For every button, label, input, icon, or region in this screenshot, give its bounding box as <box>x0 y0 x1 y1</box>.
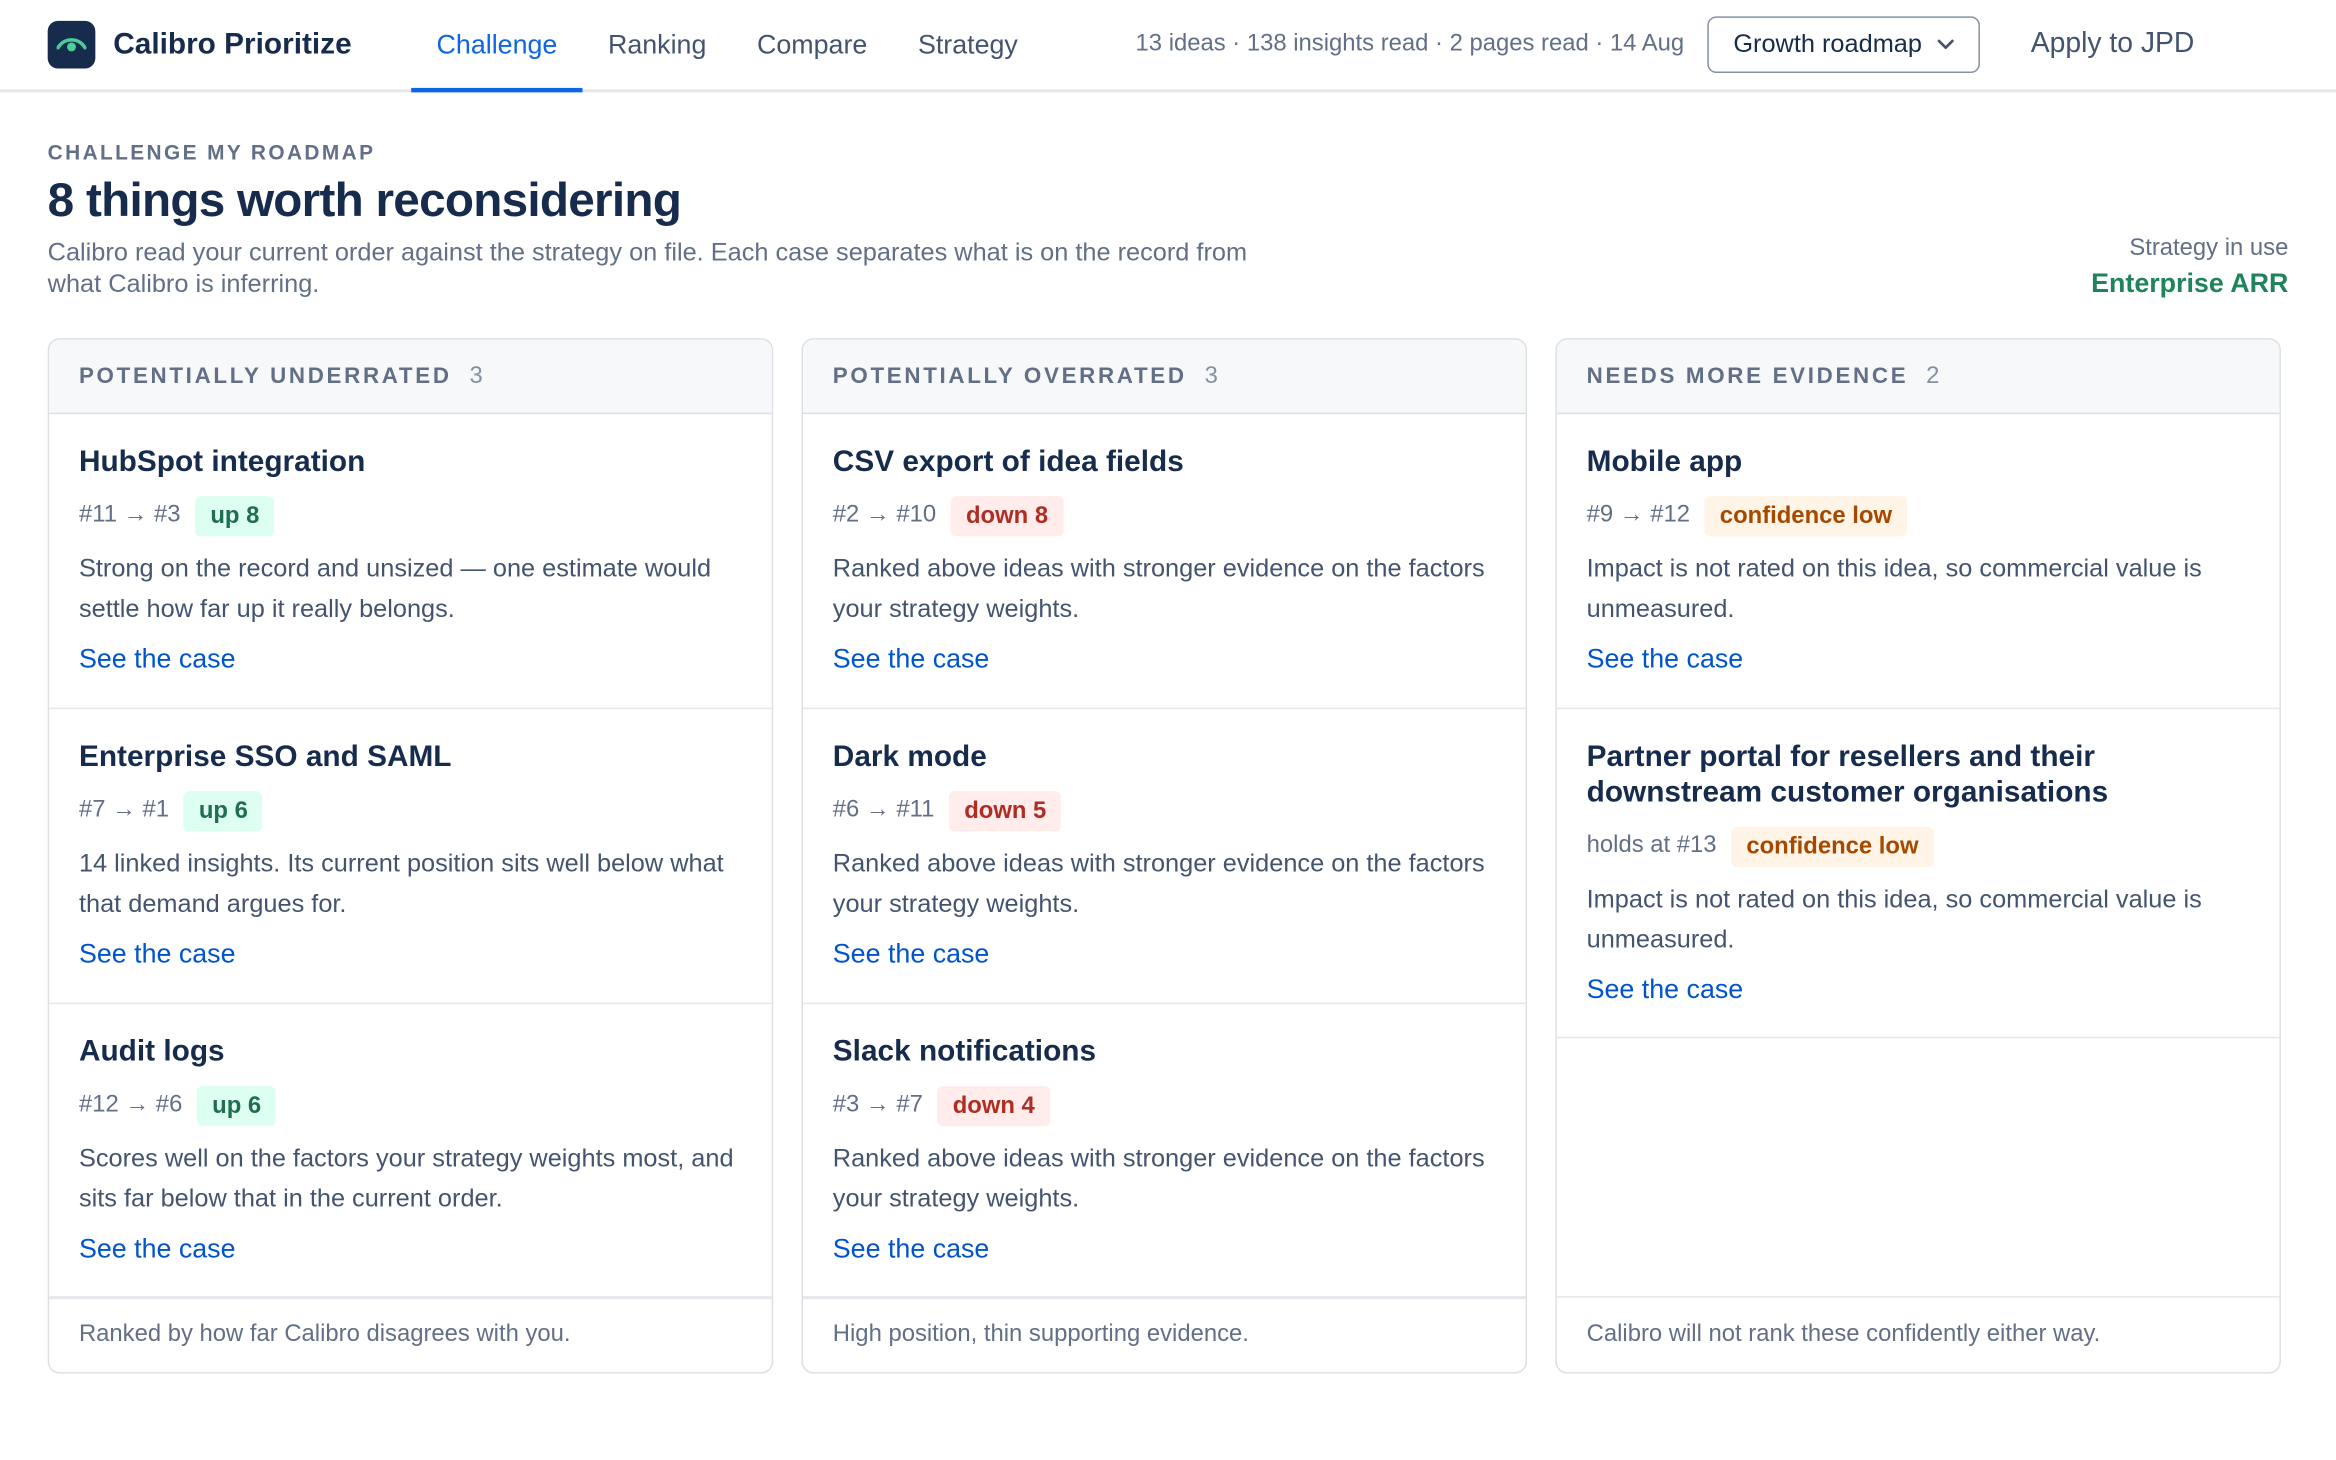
rank-row: #11 → #3 up 8 <box>79 495 742 537</box>
idea-card: Partner portal for resellers and their d… <box>1556 709 2280 1039</box>
tab-strategy[interactable]: Strategy <box>893 0 1044 89</box>
confidence-badge: confidence low <box>1704 495 1907 536</box>
see-the-case-link[interactable]: See the case <box>833 1234 990 1265</box>
idea-card: Slack notifications #3 → #7 down 4 Ranke… <box>803 1004 1526 1300</box>
idea-rationale: Impact is not rated on this idea, so com… <box>1586 554 2202 623</box>
idea-title: Audit logs <box>78 1035 225 1069</box>
idea-title: CSV export of idea fields <box>832 445 1184 479</box>
idea-card: Mobile app #9 → #12 confidence low Impac… <box>1556 414 2280 710</box>
column-needs-evidence: NEEDS MORE EVIDENCE 2 Mobile app #9 → #1… <box>1555 338 2281 1374</box>
column-title: POTENTIALLY OVERRATED <box>832 363 1187 389</box>
idea-rationale: Ranked above ideas with stronger evidenc… <box>832 554 1485 623</box>
rank-row: #6 → #11 down 5 <box>833 790 1496 832</box>
rank-change: #7 → #1 <box>78 797 170 823</box>
strategy-in-use: Strategy in use Enterprise ARR <box>2091 235 2288 299</box>
idea-rationale: Strong on the record and unsized — one e… <box>78 554 712 623</box>
rank-change: #11 → #3 <box>78 502 181 528</box>
idea-rationale: Impact is not rated on this idea, so com… <box>1586 884 2202 954</box>
see-the-case-link[interactable]: See the case <box>79 1234 236 1265</box>
roadmap-select-value: Growth roadmap <box>1733 29 1922 59</box>
rank-change: #12 → #6 <box>78 1092 183 1118</box>
rank-row: #3 → #7 down 4 <box>833 1085 1496 1127</box>
movement-badge: up 6 <box>183 790 263 831</box>
strategy-value[interactable]: Enterprise ARR <box>2091 268 2288 299</box>
rank-row: holds at #13 confidence low <box>1587 825 2250 867</box>
column-header: NEEDS MORE EVIDENCE 2 <box>1556 339 2280 415</box>
see-the-case-link[interactable]: See the case <box>833 644 990 675</box>
confidence-badge: confidence low <box>1731 826 1934 867</box>
tab-compare[interactable]: Compare <box>732 0 893 89</box>
column-title: NEEDS MORE EVIDENCE <box>1586 363 1909 389</box>
column-title: POTENTIALLY UNDERRATED <box>78 363 452 389</box>
apply-to-jpd-button[interactable]: Apply to JPD <box>2031 28 2195 61</box>
rank-change: #3 → #7 <box>832 1092 923 1118</box>
rank-row: #7 → #1 up 6 <box>79 790 742 832</box>
idea-title: Partner portal for resellers and their d… <box>1586 740 2109 809</box>
roadmap-select[interactable]: Growth roadmap <box>1708 16 1981 74</box>
top-bar: Calibro Prioritize Challenge Ranking Com… <box>0 0 2336 93</box>
idea-card: CSV export of idea fields #2 → #10 down … <box>803 414 1526 710</box>
column-header: POTENTIALLY UNDERRATED 3 <box>49 339 772 415</box>
column-count: 2 <box>1926 362 1940 389</box>
movement-badge: up 8 <box>195 495 275 536</box>
column-underrated: POTENTIALLY UNDERRATED 3 HubSpot integra… <box>47 338 774 1374</box>
see-the-case-link[interactable]: See the case <box>79 939 236 970</box>
chevron-down-icon <box>1937 39 1954 50</box>
column-footer: High position, thin supporting evidence. <box>803 1296 1526 1372</box>
idea-title: Enterprise SSO and SAML <box>78 740 452 774</box>
eye-icon <box>47 20 96 69</box>
see-the-case-link[interactable]: See the case <box>79 644 236 675</box>
strategy-label: Strategy in use <box>2129 235 2289 261</box>
column-footer: Ranked by how far Calibro disagrees with… <box>49 1296 772 1372</box>
column-footer: Calibro will not rank these confidently … <box>1556 1296 2280 1372</box>
page-header: CHALLENGE MY ROADMAP 8 things worth reco… <box>0 92 2336 339</box>
app-name: Calibro Prioritize <box>113 27 352 61</box>
tab-challenge[interactable]: Challenge <box>411 0 583 93</box>
see-the-case-link[interactable]: See the case <box>1587 644 1744 675</box>
roadmap-meta: 13 ideas · 138 insights read · 2 pages r… <box>1135 31 1685 57</box>
rank-row: #2 → #10 down 8 <box>833 495 1496 537</box>
movement-badge: up 6 <box>197 1085 277 1126</box>
idea-title: HubSpot integration <box>78 445 366 479</box>
idea-title: Mobile app <box>1586 445 1743 479</box>
movement-badge: down 5 <box>949 790 1062 831</box>
column-count: 3 <box>1204 362 1218 389</box>
idea-rationale: 14 linked insights. Its current position… <box>78 849 724 918</box>
nav-tabs: Challenge Ranking Compare Strategy <box>411 0 1044 93</box>
page-title: 8 things worth reconsidering <box>47 172 682 227</box>
challenge-columns: POTENTIALLY UNDERRATED 3 HubSpot integra… <box>47 338 2281 1374</box>
challenge-page: Calibro Prioritize Challenge Ranking Com… <box>0 0 2336 1456</box>
see-the-case-link[interactable]: See the case <box>833 939 990 970</box>
idea-card: Audit logs #12 → #6 up 6 Scores well on … <box>49 1004 772 1300</box>
rank-change: #6 → #11 <box>832 797 935 823</box>
movement-badge: down 8 <box>951 495 1063 536</box>
idea-title: Dark mode <box>832 740 987 774</box>
rank-change: #2 → #10 <box>832 502 937 528</box>
idea-card: Dark mode #6 → #11 down 5 Ranked above i… <box>803 709 1526 1005</box>
rank-row: #12 → #6 up 6 <box>79 1085 742 1127</box>
idea-title: Slack notifications <box>832 1035 1097 1069</box>
see-the-case-link[interactable]: See the case <box>1587 974 1744 1005</box>
rank-change: holds at #13 <box>1586 832 1717 859</box>
rank-change: #9 → #12 <box>1586 502 1691 528</box>
movement-badge: down 4 <box>937 1085 1050 1126</box>
column-count: 3 <box>469 362 483 389</box>
idea-card: Enterprise SSO and SAML #7 → #1 up 6 14 … <box>49 709 772 1005</box>
page-description: Calibro read your current order against … <box>47 238 1248 298</box>
idea-card: HubSpot integration #11 → #3 up 8 Strong… <box>49 414 772 710</box>
idea-rationale: Ranked above ideas with stronger evidenc… <box>832 1144 1485 1213</box>
column-header: POTENTIALLY OVERRATED 3 <box>803 339 1526 415</box>
idea-rationale: Scores well on the factors your strategy… <box>78 1144 734 1213</box>
column-overrated: POTENTIALLY OVERRATED 3 CSV export of id… <box>801 338 1528 1374</box>
page-eyebrow: CHALLENGE MY ROADMAP <box>47 140 376 164</box>
rank-row: #9 → #12 confidence low <box>1587 495 2250 537</box>
tab-ranking[interactable]: Ranking <box>583 0 732 89</box>
brand[interactable]: Calibro Prioritize <box>47 20 352 69</box>
idea-rationale: Ranked above ideas with stronger evidenc… <box>832 849 1485 918</box>
